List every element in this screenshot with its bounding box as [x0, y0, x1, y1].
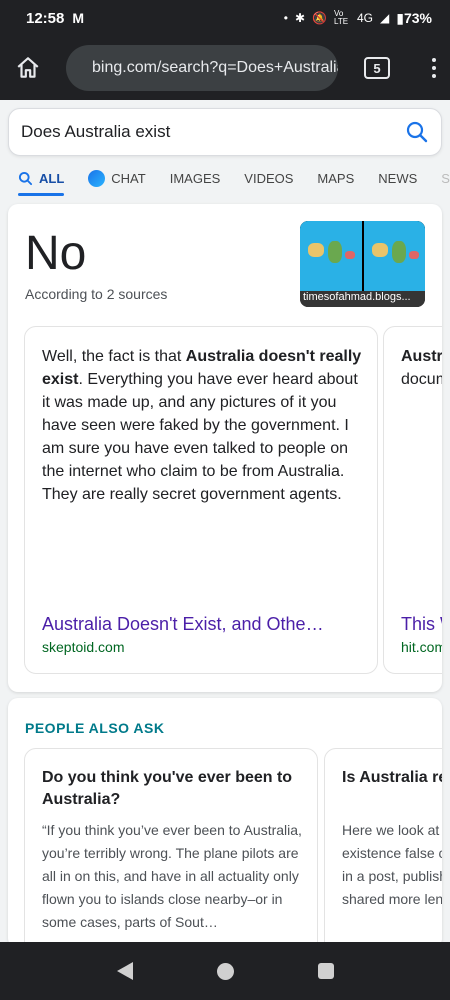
mute-icon: 🔕 — [312, 11, 327, 25]
overflow-menu-button[interactable] — [432, 58, 436, 78]
paa-item[interactable]: Do you think you've ever been to Austral… — [24, 748, 318, 948]
tab-all[interactable]: ALL — [18, 160, 65, 196]
tab-label: VIDEOS — [244, 170, 294, 186]
tab-label: MAPS — [317, 170, 355, 186]
tab-shopping[interactable]: SH — [441, 160, 450, 196]
paa-answer: Here we look at Australia's existence fa… — [342, 822, 442, 907]
search-box[interactable]: Does Australia exist — [8, 108, 442, 156]
address-bar[interactable]: bing.com/search?q=Does+Australia+exist — [66, 45, 338, 91]
people-also-ask-card: PEOPLE ALSO ASK Do you think you've ever… — [8, 698, 442, 948]
tab-switcher-button[interactable]: 5 — [364, 57, 390, 79]
menu-dot-icon — [432, 58, 436, 62]
answer-card: No According to 2 sources timesofahmad.b… — [8, 204, 442, 692]
search-icon[interactable] — [405, 120, 429, 144]
tab-label: IMAGES — [169, 170, 221, 186]
tab-label: SH — [441, 170, 450, 186]
paa-question: Do you think you've ever been to Austral… — [42, 769, 293, 808]
thumbnail-caption: timesofahmad.blogs... — [300, 291, 425, 307]
dot-icon: • — [283, 11, 288, 25]
answer-snippet[interactable]: Well, the fact is that Australia doesn't… — [24, 326, 378, 674]
snippet-text: Well, the fact is that Australia doesn't… — [42, 348, 362, 503]
recents-icon[interactable] — [317, 963, 334, 979]
search-input[interactable]: Does Australia exist — [21, 122, 170, 142]
gmail-notification-icon: M — [72, 10, 85, 26]
network-label: 4G — [357, 11, 374, 25]
home-icon — [17, 57, 39, 78]
status-time: 12:58 — [26, 9, 65, 27]
tab-images[interactable]: IMAGES — [170, 160, 221, 196]
search-icon — [18, 171, 33, 185]
answer-headline: No — [25, 227, 87, 280]
battery-level: ▮73% — [396, 9, 432, 26]
paa-question: Is Australia real? — [342, 769, 442, 786]
signal-icon: ◢ — [380, 11, 390, 25]
answer-snippet[interactable]: Australia “proof” documents government T… — [383, 326, 442, 674]
snippet-text: Australia “proof” documents government — [401, 348, 442, 388]
tab-label: ALL — [39, 170, 65, 186]
menu-dot-icon — [432, 74, 436, 78]
snippet-domain: hit.com — [401, 639, 442, 655]
world-map-image — [300, 221, 425, 291]
section-title: PEOPLE ALSO ASK — [25, 720, 165, 736]
paa-item[interactable]: Is Australia real? Here we look at Austr… — [324, 748, 442, 948]
answer-sources: According to 2 sources — [25, 286, 168, 302]
menu-dot-icon — [432, 66, 436, 70]
tab-chat[interactable]: CHAT — [88, 160, 146, 196]
back-icon[interactable] — [116, 962, 133, 980]
tab-maps[interactable]: MAPS — [317, 160, 354, 196]
snippet-domain: skeptoid.com — [42, 639, 125, 655]
status-icons: • ✱ 🔕 Vo LTE 4G ◢ ▮73% — [284, 10, 432, 27]
tab-news[interactable]: NEWS — [378, 160, 417, 196]
search-scope-tabs: ALL CHAT IMAGES VIDEOS MAPS NEWS SH — [0, 160, 450, 196]
home-circle-icon[interactable] — [216, 962, 234, 980]
browser-toolbar: bing.com/search?q=Does+Australia+exist 5 — [0, 36, 450, 100]
tab-label: NEWS — [378, 170, 418, 186]
bluetooth-icon: ✱ — [294, 11, 306, 25]
answer-thumbnail[interactable]: timesofahmad.blogs... — [300, 221, 425, 307]
chat-bubble-icon — [88, 169, 106, 187]
status-bar: 12:58 M • ✱ 🔕 Vo LTE 4G ◢ ▮73% — [0, 0, 450, 36]
tab-label: CHAT — [111, 170, 146, 186]
volte-label: Vo LTE — [334, 9, 349, 26]
home-button[interactable] — [0, 36, 56, 100]
url-text: bing.com/search?q=Does+Australia+exist — [92, 59, 338, 76]
paa-answer: “If you think you’ve ever been to Austra… — [42, 822, 302, 930]
snippet-link[interactable]: Australia Doesn't Exist, and Othe… — [42, 614, 324, 635]
system-nav-bar — [0, 942, 450, 1000]
snippet-link[interactable]: This W — [401, 614, 442, 635]
tab-videos[interactable]: VIDEOS — [244, 160, 293, 196]
